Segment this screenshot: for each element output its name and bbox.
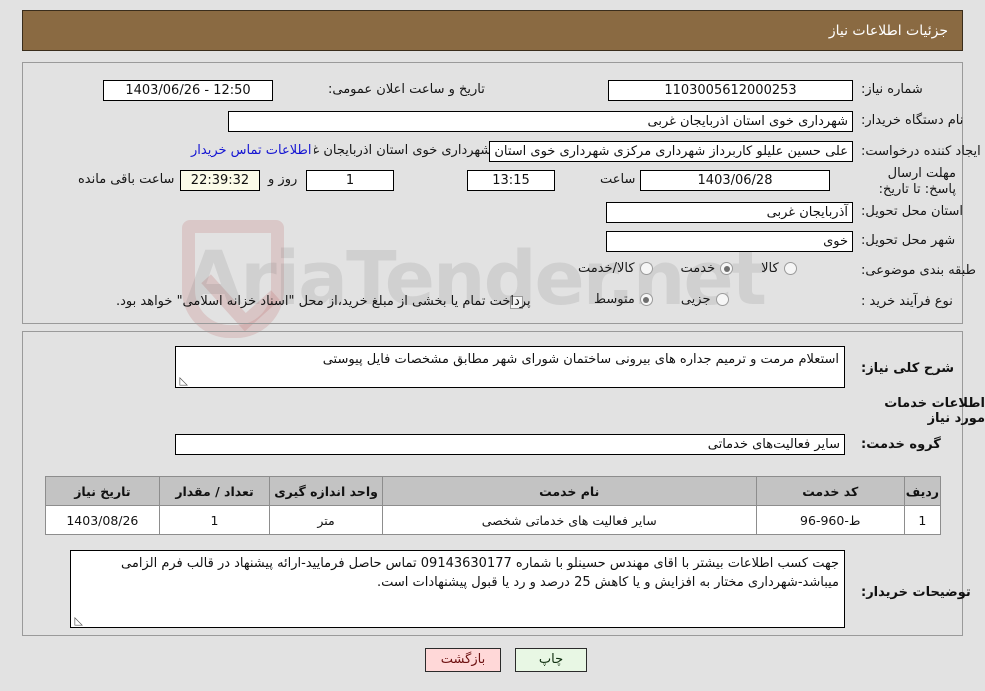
announce-datetime-label: تاریخ و ساعت اعلان عمومی: xyxy=(328,82,485,97)
services-table: ردیف کد خدمت نام خدمت واحد اندازه گیری ت… xyxy=(45,476,942,535)
page-title-bar: جزئیات اطلاعات نیاز xyxy=(22,10,963,51)
radio-icon[interactable] xyxy=(715,293,729,306)
service-group-label: گروه خدمت: xyxy=(861,437,941,452)
province-field[interactable]: آذربایجان غربی xyxy=(606,202,853,223)
services-heading: اطلاعات خدمات مورد نیاز xyxy=(884,396,985,426)
cell-date: 1403/08/26 xyxy=(45,505,160,535)
table-header-unit: واحد اندازه گیری xyxy=(269,476,383,506)
cell-radif: 1 xyxy=(903,505,942,535)
process-label: نوع فرآیند خرید : xyxy=(861,294,953,309)
table-row: 1 ط-960-96 سایر فعالیت های خدماتی شخصی م… xyxy=(45,505,942,535)
announce-datetime-field[interactable]: 12:50 - 1403/06/26 xyxy=(103,80,273,101)
buyer-org-label: نام دستگاه خریدار: xyxy=(861,113,964,128)
city-field[interactable]: خوی xyxy=(606,231,853,252)
service-group-field[interactable]: سایر فعالیت‌های خدماتی xyxy=(175,434,845,455)
province-label: استان محل تحویل: xyxy=(861,204,963,219)
buyer-notes-textarea[interactable]: جهت کسب اطلاعات بیشتر با اقای مهندس حسین… xyxy=(70,550,845,628)
radio-icon[interactable] xyxy=(783,262,797,275)
buyer-notes-label: توضیحات خریدار: xyxy=(861,585,971,600)
buyer-notes-text: جهت کسب اطلاعات بیشتر با اقای مهندس حسین… xyxy=(121,556,839,590)
summary-textarea[interactable]: استعلام مرمت و ترمیم جداره های بیرونی سا… xyxy=(175,346,845,388)
countdown-field: 22:39:32 xyxy=(180,170,260,191)
process-radio-jozii-label: جزیی xyxy=(680,292,711,307)
buyer-contact-link[interactable]: اطلاعات تماس خریدار xyxy=(191,143,315,158)
category-radio-khedmat-label: خدمت xyxy=(680,261,716,276)
requester-field[interactable]: علی حسین علیلو کاربرداز شهرداری مرکزی شه… xyxy=(489,141,853,162)
category-radio-group: کالا خدمت کالا/خدمت xyxy=(556,261,797,276)
print-button[interactable]: چاپ xyxy=(515,648,587,672)
cell-qty: 1 xyxy=(158,505,271,535)
hour-label: ساعت xyxy=(600,172,636,187)
resize-grip-icon[interactable]: ◺ xyxy=(178,375,188,386)
table-header-code: کد خدمت xyxy=(755,476,905,506)
need-number-field[interactable]: 1103005612000253 xyxy=(608,80,853,101)
radio-icon[interactable] xyxy=(639,293,653,306)
category-radio-kala-khedmat[interactable]: کالا/خدمت xyxy=(578,261,653,276)
cell-unit: متر xyxy=(269,505,383,535)
need-number-label: شماره نیاز: xyxy=(861,82,923,97)
category-radio-kala-khedmat-label: کالا/خدمت xyxy=(578,261,635,276)
resize-grip-icon[interactable]: ◺ xyxy=(73,615,83,626)
deadline-label: مهلت ارسال پاسخ: تا تاریخ: xyxy=(878,166,956,197)
radio-icon[interactable] xyxy=(720,262,734,275)
process-radio-motavaset[interactable]: متوسط xyxy=(594,292,653,307)
page-title: جزئیات اطلاعات نیاز xyxy=(828,22,948,39)
category-radio-kala[interactable]: کالا xyxy=(761,261,797,276)
process-radio-motavaset-label: متوسط xyxy=(594,292,635,307)
buyer-org-field[interactable]: شهرداری خوی استان اذربایجان غربی xyxy=(228,111,853,132)
requester-label: ایجاد کننده درخواست: xyxy=(861,144,981,159)
category-label: طبقه بندی موضوعی: xyxy=(861,263,977,278)
table-header-date: تاریخ نیاز xyxy=(45,476,160,506)
deadline-time-field[interactable]: 13:15 xyxy=(467,170,555,191)
days-remaining-field[interactable]: 1 xyxy=(306,170,394,191)
radio-icon[interactable] xyxy=(639,262,653,275)
process-radio-group: جزیی متوسط xyxy=(572,292,729,307)
table-header-radif: ردیف xyxy=(903,476,942,506)
summary-label: شرح کلی نیاز: xyxy=(861,361,955,376)
city-label: شهر محل تحویل: xyxy=(861,233,956,248)
days-label: روز و xyxy=(268,172,298,187)
need-info-panel xyxy=(22,62,963,324)
category-radio-kala-label: کالا xyxy=(761,261,779,276)
table-header-qty: تعداد / مقدار xyxy=(158,476,271,506)
back-button[interactable]: بازگشت xyxy=(425,648,501,672)
category-radio-khedmat[interactable]: خدمت xyxy=(681,261,734,276)
cell-code: ط-960-96 xyxy=(755,505,905,535)
treasury-text: پرداخت تمام یا بخشی از مبلغ خرید،از محل … xyxy=(116,294,531,309)
process-radio-jozii[interactable]: جزیی xyxy=(681,292,729,307)
table-header-row: ردیف کد خدمت نام خدمت واحد اندازه گیری ت… xyxy=(45,476,942,506)
countdown-label: ساعت باقی مانده xyxy=(78,172,175,187)
cell-name: سایر فعالیت های خدماتی شخصی xyxy=(381,505,757,535)
summary-text: استعلام مرمت و ترمیم جداره های بیرونی سا… xyxy=(322,352,839,367)
deadline-date-field[interactable]: 1403/06/28 xyxy=(640,170,830,191)
table-header-name: نام خدمت xyxy=(381,476,757,506)
